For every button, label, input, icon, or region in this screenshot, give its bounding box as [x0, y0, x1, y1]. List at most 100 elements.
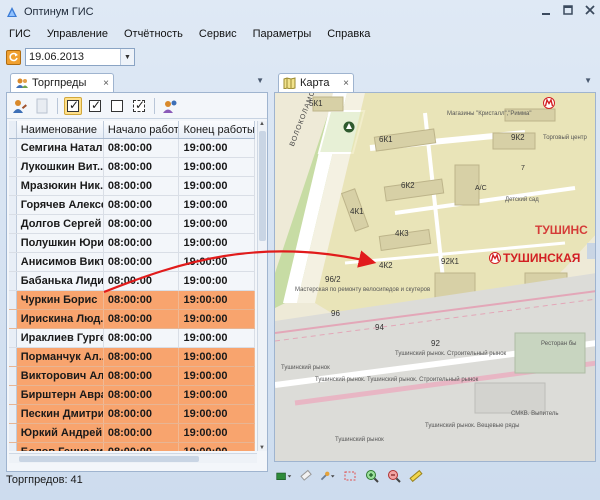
table-row[interactable]: Мразюкин Ник... 08:00:00 19:00:00: [9, 177, 255, 196]
table-row[interactable]: Белов Геннадий08:00:0019:00:00: [9, 443, 255, 451]
table-row[interactable]: Бабанька Лидия 08:00:00 19:00:00: [9, 272, 255, 291]
menu-help[interactable]: Справка: [324, 26, 373, 42]
cell-end[interactable]: 19:00:00: [179, 215, 255, 233]
scroll-up-icon[interactable]: ▲: [259, 121, 265, 127]
user-edit-button[interactable]: [11, 97, 29, 115]
close-icon[interactable]: [584, 4, 596, 16]
tab-map[interactable]: Карта ×: [278, 73, 354, 92]
row-indicator[interactable]: [9, 386, 17, 404]
cell-end[interactable]: 19:00:00: [179, 329, 255, 347]
cell-name[interactable]: Семгина Натал...: [17, 139, 104, 157]
cell-start[interactable]: 08:00:00: [104, 139, 180, 157]
table-row[interactable]: Юркий Андрей 08:00:00 19:00:00: [9, 424, 255, 443]
ruler-button[interactable]: [408, 468, 424, 484]
cell-end[interactable]: 19:00:00: [179, 405, 255, 423]
cell-name[interactable]: Ирискина Люд...: [17, 310, 104, 328]
menu-parameters[interactable]: Параметры: [250, 26, 315, 42]
settings-button[interactable]: [161, 97, 179, 115]
row-indicator[interactable]: [9, 443, 17, 451]
panel-menu-chevron-icon[interactable]: ▼: [584, 76, 592, 85]
uncheck-button[interactable]: [108, 97, 126, 115]
map-canvas[interactable]: ВОЛОКОЛАМСКОЕ Ш. 5К1 6К1 6К2 4К1 4К3 4К2…: [274, 92, 596, 462]
invert-check-button[interactable]: ✓: [130, 97, 148, 115]
column-header-start[interactable]: Начало работы: [104, 121, 180, 138]
cell-start[interactable]: 08:00:00: [104, 215, 180, 233]
cell-end[interactable]: 19:00:00: [179, 196, 255, 214]
cell-start[interactable]: 08:00:00: [104, 329, 180, 347]
horizontal-scrollbar[interactable]: [9, 453, 257, 463]
table-row[interactable]: Горячев Алексей08:00:0019:00:00: [9, 196, 255, 215]
cell-name[interactable]: Порманчук Ал...: [17, 348, 104, 366]
cell-name[interactable]: Мразюкин Ник...: [17, 177, 104, 195]
cell-name[interactable]: Викторович Ал...: [17, 367, 104, 385]
row-indicator[interactable]: [9, 424, 17, 442]
cell-start[interactable]: 08:00:00: [104, 158, 180, 176]
cell-name[interactable]: Горячев Алексей: [17, 196, 104, 214]
cell-end[interactable]: 19:00:00: [179, 424, 255, 442]
row-indicator[interactable]: [9, 291, 17, 309]
menu-gis[interactable]: ГИС: [6, 26, 34, 42]
table-row[interactable]: Лукошкин Вит... 08:00:00 19:00:00: [9, 158, 255, 177]
cell-start[interactable]: 08:00:00: [104, 405, 180, 423]
table-row[interactable]: Пескин Дмитрий 08:00:00 19:00:00: [9, 405, 255, 424]
maximize-icon[interactable]: [562, 4, 574, 16]
table-row[interactable]: Семгина Натал... 08:00:00 19:00:00: [9, 139, 255, 158]
eraser-button[interactable]: [298, 468, 314, 484]
tab-sales-reps[interactable]: Торгпреды ×: [10, 73, 114, 92]
tools-button[interactable]: [320, 468, 336, 484]
cell-name[interactable]: Ираклиев Гурген: [17, 329, 104, 347]
table-row[interactable]: Ирискина Люд... 08:00:00 19:00:00: [9, 310, 255, 329]
zoom-in-button[interactable]: [364, 468, 380, 484]
cell-name[interactable]: Белов Геннадий: [17, 443, 104, 451]
zoom-out-button[interactable]: [386, 468, 402, 484]
table-row[interactable]: Ираклиев Гурген 08:00:00 19:00:00: [9, 329, 255, 348]
menu-service[interactable]: Сервис: [196, 26, 240, 42]
row-indicator[interactable]: [9, 348, 17, 366]
cell-name[interactable]: Пескин Дмитрий: [17, 405, 104, 423]
cell-start[interactable]: 08:00:00: [104, 386, 180, 404]
row-indicator[interactable]: [9, 310, 17, 328]
date-picker[interactable]: 19.06.2013 ▼: [25, 48, 135, 66]
cell-start[interactable]: 08:00:00: [104, 291, 180, 309]
cell-name[interactable]: Чуркин Борис: [17, 291, 104, 309]
document-button[interactable]: [33, 97, 51, 115]
select-area-button[interactable]: [342, 468, 358, 484]
cell-start[interactable]: 08:00:00: [104, 348, 180, 366]
scroll-down-icon[interactable]: ▼: [259, 445, 265, 451]
cell-end[interactable]: 19:00:00: [179, 234, 255, 252]
panel-menu-chevron-icon[interactable]: ▼: [256, 76, 264, 85]
cell-end[interactable]: 19:00:00: [179, 386, 255, 404]
cell-start[interactable]: 08:00:00: [104, 443, 180, 451]
scrollbar-thumb[interactable]: [259, 131, 266, 241]
tab-close-icon[interactable]: ×: [103, 78, 109, 89]
cell-start[interactable]: 08:00:00: [104, 367, 180, 385]
row-indicator[interactable]: [9, 367, 17, 385]
metro-station-label[interactable]: ТУШИНСКАЯ: [489, 251, 580, 265]
check-button[interactable]: ✓: [86, 97, 104, 115]
cell-name[interactable]: Лукошкин Вит...: [17, 158, 104, 176]
cell-name[interactable]: Долгов Сергей ...: [17, 215, 104, 233]
cell-name[interactable]: Анисимов Викт...: [17, 253, 104, 271]
column-header-end[interactable]: Конец работы: [179, 121, 255, 138]
table-row[interactable]: Долгов Сергей ...08:00:0019:00:00: [9, 215, 255, 234]
cell-name[interactable]: Юркий Андрей: [17, 424, 104, 442]
table-row[interactable]: Викторович Ал...08:00:0019:00:00: [9, 367, 255, 386]
row-indicator[interactable]: [9, 177, 17, 195]
cell-end[interactable]: 19:00:00: [179, 291, 255, 309]
cell-name[interactable]: Полушкин Юрий: [17, 234, 104, 252]
row-indicator[interactable]: [9, 196, 17, 214]
cell-start[interactable]: 08:00:00: [104, 177, 180, 195]
cell-name[interactable]: Бирштерн Аврам: [17, 386, 104, 404]
row-indicator[interactable]: [9, 272, 17, 290]
cell-start[interactable]: 08:00:00: [104, 310, 180, 328]
row-indicator[interactable]: [9, 253, 17, 271]
menu-reports[interactable]: Отчётность: [121, 26, 186, 42]
minimize-icon[interactable]: [540, 4, 552, 16]
vertical-scrollbar[interactable]: ▲ ▼: [257, 121, 267, 451]
cell-end[interactable]: 19:00:00: [179, 443, 255, 451]
cell-end[interactable]: 19:00:00: [179, 348, 255, 366]
table-row[interactable]: Чуркин Борис 08:00:00 19:00:00: [9, 291, 255, 310]
cell-start[interactable]: 08:00:00: [104, 234, 180, 252]
row-indicator[interactable]: [9, 139, 17, 157]
cell-end[interactable]: 19:00:00: [179, 139, 255, 157]
